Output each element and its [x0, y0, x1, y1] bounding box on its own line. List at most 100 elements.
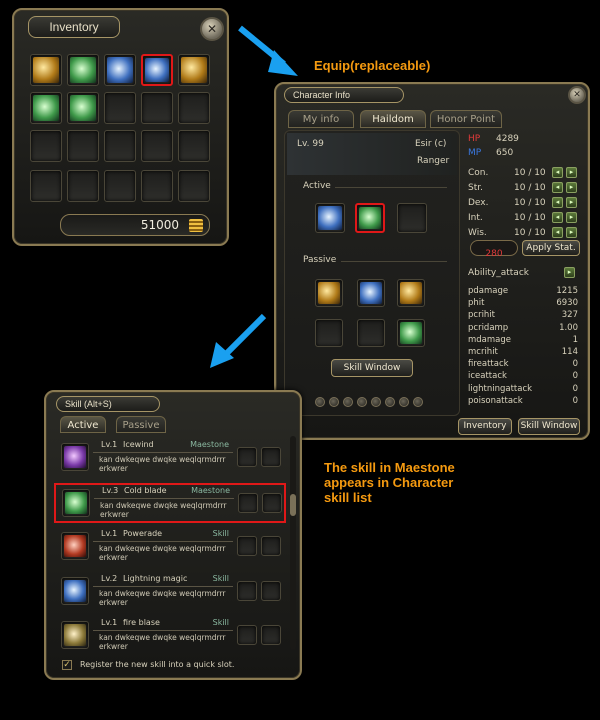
ability-arrow-icon[interactable]: ▸ — [564, 267, 575, 278]
inventory-slot[interactable] — [178, 92, 210, 124]
close-icon[interactable]: ✕ — [568, 86, 586, 104]
skill-description: kan dwkeqwe dwqke weqlqrmdrrr erkwrer — [99, 544, 226, 562]
stat-increase-icon[interactable]: ▸ — [566, 167, 577, 178]
close-icon[interactable]: ✕ — [200, 17, 224, 41]
inventory-slot[interactable] — [104, 170, 136, 202]
skill-row[interactable]: Lv.1 Icewind Maestone kan dwkeqwe dwqke weq… — [54, 438, 286, 478]
tab-haildom[interactable]: Haildom — [360, 110, 426, 128]
skill-name: fire blase — [123, 618, 160, 627]
inventory-slot[interactable] — [67, 54, 99, 86]
tab-my-info[interactable]: My info — [288, 110, 354, 128]
page-dot[interactable] — [357, 397, 367, 407]
attribute-value: 327 — [561, 310, 578, 321]
skill-row[interactable]: Lv.1 fire blase Skill kan dwkeqwe dwqke weq… — [54, 616, 286, 656]
inventory-slot[interactable] — [104, 54, 136, 86]
skill-icon-slot[interactable] — [62, 488, 90, 517]
active-slot-3[interactable] — [397, 203, 427, 233]
ability-label: Ability_attack — [468, 268, 529, 278]
quick-slot[interactable] — [237, 580, 257, 601]
inventory-slot[interactable] — [141, 170, 173, 202]
page-dot[interactable] — [385, 397, 395, 407]
stats-area: HP 4289 MP 650 Con. 10 / 10 ◂ ▸ Str. 10 / 10 ◂… — [464, 130, 584, 416]
scrollbar-thumb[interactable] — [290, 494, 296, 516]
green-leaf-skill-icon — [70, 57, 96, 83]
skill-row[interactable]: Lv.1 Powerade Skill kan dwkeqwe dwqke weqlq… — [54, 527, 286, 567]
green-flower-skill-icon — [400, 322, 422, 344]
quick-slot[interactable] — [261, 580, 281, 601]
page-dot[interactable] — [329, 397, 339, 407]
inventory-panel: Inventory ✕ 51000 — [12, 8, 229, 246]
passive-slot-1[interactable] — [315, 279, 343, 307]
quick-slot[interactable] — [237, 536, 257, 556]
stat-increase-icon[interactable]: ▸ — [566, 212, 577, 223]
green-leaf-skill-icon — [359, 207, 381, 229]
passive-slot-4[interactable] — [315, 319, 343, 347]
stat-increase-icon[interactable]: ▸ — [566, 197, 577, 208]
passive-slot-2[interactable] — [357, 279, 385, 307]
page-dot[interactable] — [343, 397, 353, 407]
register-checkbox[interactable]: ✓ — [62, 660, 72, 670]
inventory-slot[interactable] — [30, 130, 62, 162]
inventory-slot[interactable] — [178, 130, 210, 162]
skill-type: Skill — [212, 573, 229, 583]
page-dot[interactable] — [315, 397, 325, 407]
stat-decrease-icon[interactable]: ◂ — [552, 212, 563, 223]
active-slot-2[interactable] — [355, 203, 385, 233]
scrollbar[interactable] — [290, 436, 296, 650]
inventory-slot[interactable] — [178, 170, 210, 202]
inventory-slot[interactable] — [30, 54, 62, 86]
inventory-slot[interactable] — [67, 130, 99, 162]
skill-description: kan dwkeqwe dwqke weqlqrmdrrr erkwrer — [99, 633, 226, 651]
tab-active[interactable]: Active — [60, 416, 106, 433]
inventory-button[interactable]: Inventory — [458, 418, 512, 435]
inventory-slot[interactable] — [104, 130, 136, 162]
tab-passive[interactable]: Passive — [116, 416, 166, 433]
inventory-slot[interactable] — [30, 170, 62, 202]
passive-slot-3[interactable] — [397, 279, 425, 307]
quick-slot[interactable] — [237, 447, 257, 467]
skill-row[interactable]: Lv.3 Cold blade Maestone kan dwkeqwe dwqke … — [54, 482, 286, 523]
quick-slot[interactable] — [262, 492, 282, 513]
quick-slot[interactable] — [261, 625, 281, 645]
passive-slot-6[interactable] — [397, 319, 425, 347]
blue-blade-skill-icon — [145, 58, 169, 82]
inventory-slot[interactable] — [30, 92, 62, 124]
skill-icon-slot[interactable] — [61, 576, 89, 605]
stat-increase-icon[interactable]: ▸ — [566, 182, 577, 193]
apply-stat-button[interactable]: Apply Stat. — [522, 240, 580, 256]
inventory-slot[interactable] — [104, 92, 136, 124]
stat-decrease-icon[interactable]: ◂ — [552, 182, 563, 193]
skill-icon-slot[interactable] — [61, 621, 89, 649]
passive-label: Passive — [303, 255, 337, 265]
page-dot[interactable] — [399, 397, 409, 407]
skill-icon-slot[interactable] — [61, 443, 89, 471]
caption-line: appears in Character — [324, 475, 454, 490]
tab-honor-point[interactable]: Honor Point — [430, 110, 502, 128]
page-dot[interactable] — [413, 397, 423, 407]
active-slot-1[interactable] — [315, 203, 345, 233]
inventory-slot[interactable] — [178, 54, 210, 86]
inventory-slot[interactable] — [67, 170, 99, 202]
stat-decrease-icon[interactable]: ◂ — [552, 167, 563, 178]
stat-increase-icon[interactable]: ▸ — [566, 227, 577, 238]
skill-name-plate: Lv.2 Lightning magic Skill — [93, 573, 233, 587]
passive-slot-5[interactable] — [357, 319, 385, 347]
quick-slot[interactable] — [237, 625, 257, 645]
skill-row[interactable]: Lv.2 Lightning magic Skill kan dwkeqwe dwqk… — [54, 572, 286, 612]
attribute-value: 1.00 — [559, 322, 578, 333]
quick-slot[interactable] — [261, 447, 281, 467]
stat-decrease-icon[interactable]: ◂ — [552, 227, 563, 238]
page-dot[interactable] — [371, 397, 381, 407]
attribute-name: fireattack — [468, 359, 509, 370]
inventory-slot[interactable] — [141, 130, 173, 162]
quick-slot[interactable] — [261, 536, 281, 556]
gold-amount: 51000 — [140, 218, 179, 232]
skill-window-button-bottom[interactable]: Skill Window — [518, 418, 580, 435]
quick-slot[interactable] — [238, 492, 258, 513]
inventory-slot[interactable] — [141, 54, 173, 86]
inventory-slot[interactable] — [67, 92, 99, 124]
inventory-slot[interactable] — [141, 92, 173, 124]
skill-icon-slot[interactable] — [61, 532, 89, 560]
stat-decrease-icon[interactable]: ◂ — [552, 197, 563, 208]
skill-window-button[interactable]: Skill Window — [331, 359, 413, 377]
